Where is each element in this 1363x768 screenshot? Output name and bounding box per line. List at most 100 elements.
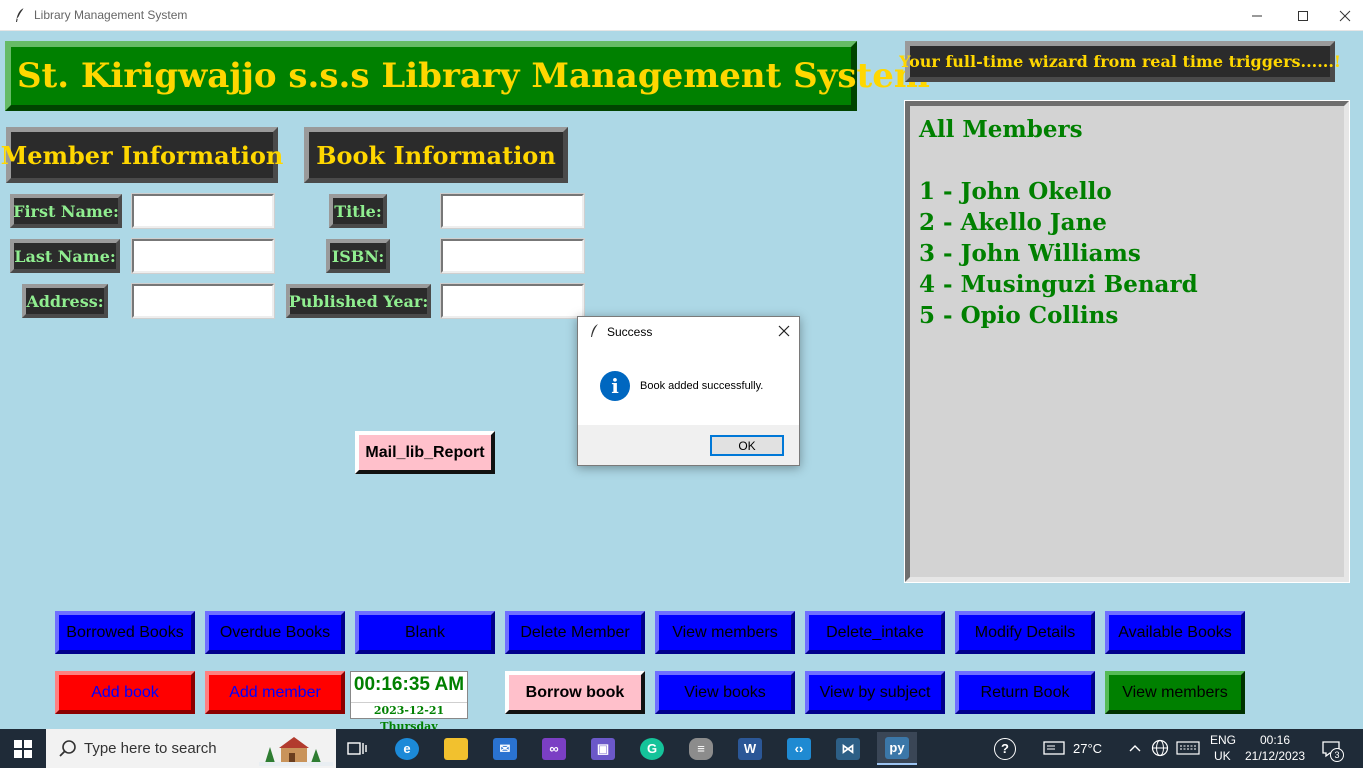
language-top[interactable]: ENG (1210, 733, 1236, 747)
visual-studio-app[interactable]: ∞ (534, 732, 574, 765)
first-name-label: First Name: (10, 194, 122, 228)
windows-icon (14, 739, 32, 758)
list-item: 5 - Opio Collins (919, 302, 1119, 329)
maximize-icon (1298, 10, 1308, 21)
info-icon: i (600, 371, 630, 401)
success-dialog: Success i Book added successfully. OK (577, 316, 800, 466)
ok-button[interactable]: OK (710, 435, 784, 456)
return-book-button[interactable]: Return Book (955, 671, 1095, 714)
task-view-button[interactable] (337, 732, 377, 765)
list-item: 4 - Musinguzi Benard (919, 271, 1198, 298)
view-members-button[interactable]: View members (655, 611, 795, 654)
add-book-button[interactable]: Add book (55, 671, 195, 714)
members-heading: All Members (919, 116, 1083, 143)
clock-time: 00:16:35 AM (353, 674, 465, 695)
language-bottom[interactable]: UK (1214, 749, 1231, 763)
taskbar-time[interactable]: 00:16 (1260, 733, 1290, 747)
python-app[interactable]: py (877, 732, 917, 765)
clock-display: 00:16:35 AM 2023-12-21 Thursday (350, 671, 468, 733)
isbn-field[interactable] (440, 238, 585, 274)
view-members-button-2[interactable]: View members (1105, 671, 1245, 714)
clock-date: 2023-12-21 Thursday (351, 702, 467, 733)
word-app[interactable]: W (730, 732, 770, 765)
temperature: 27°C (1073, 741, 1103, 756)
overdue-books-button[interactable]: Overdue Books (205, 611, 345, 654)
database-icon: ≡ (689, 737, 713, 760)
feather-icon (591, 324, 598, 337)
page-title: St. Kirigwajjo s.s.s Library Management … (5, 41, 930, 111)
help-icon: ? (994, 737, 1016, 760)
last-name-label: Last Name: (10, 239, 120, 273)
globe-icon[interactable] (1151, 739, 1169, 757)
mysql-workbench-icon: ⋈ (836, 737, 860, 760)
published-year-field[interactable] (440, 283, 585, 319)
available-books-button[interactable]: Available Books (1105, 611, 1245, 654)
borrow-book-button[interactable]: Borrow book (505, 671, 645, 714)
visual-studio-icon: ∞ (542, 737, 566, 760)
village-scene-icon (259, 737, 333, 766)
search-placeholder: Type here to search (84, 740, 217, 757)
delete-member-button[interactable]: Delete Member (505, 611, 645, 654)
tagline: Your full-time wizard from real time tri… (899, 41, 1341, 82)
title-field[interactable] (440, 193, 585, 229)
address-field[interactable] (131, 283, 275, 319)
weather-icon (1043, 741, 1065, 755)
feather-icon (16, 7, 25, 22)
mail-app[interactable]: ✉ (485, 732, 525, 765)
member-information-heading: Member Information (1, 127, 283, 183)
search-icon (59, 740, 76, 757)
vscode-icon: ‹› (787, 737, 811, 760)
edge-icon: e (395, 737, 419, 760)
window-title-bar: Library Management System (0, 0, 1363, 31)
python-icon: py (885, 736, 909, 759)
close-icon[interactable] (775, 322, 793, 340)
title-label: Title: (329, 194, 387, 228)
blank-button[interactable]: Blank (355, 611, 495, 654)
mysql-workbench-app[interactable]: ⋈ (828, 732, 868, 765)
keyboard-icon[interactable] (1176, 741, 1200, 755)
taskbar-date[interactable]: 21/12/2023 (1245, 749, 1305, 763)
view-books-button[interactable]: View books (655, 671, 795, 714)
task-view-icon (347, 741, 367, 755)
list-item: 3 - John Williams (919, 240, 1141, 267)
taskbar: Type here to search e ✉ ∞ ▣ G ≡ W ‹› ⋈ p… (0, 729, 1363, 768)
close-icon (1339, 10, 1351, 21)
taskbar-search[interactable]: Type here to search (46, 729, 336, 768)
mail-lib-report-button[interactable]: Mail_lib_Report (355, 431, 495, 474)
chevron-up-icon[interactable] (1128, 742, 1142, 754)
vscode-app[interactable]: ‹› (779, 732, 819, 765)
borrowed-books-button[interactable]: Borrowed Books (55, 611, 195, 654)
database-app[interactable]: ≡ (681, 732, 721, 765)
list-item: 2 - Akello Jane (919, 209, 1107, 236)
published-year-label: Published Year: (286, 284, 431, 318)
word-icon: W (738, 737, 762, 760)
add-member-button[interactable]: Add member (205, 671, 345, 714)
minimize-button[interactable] (1232, 0, 1282, 31)
view-by-subject-button[interactable]: View by subject (805, 671, 945, 714)
mail-icon: ✉ (493, 737, 517, 760)
minimize-icon (1252, 15, 1262, 16)
start-button[interactable] (0, 729, 46, 768)
last-name-field[interactable] (131, 238, 275, 274)
dialog-message: Book added successfully. (640, 380, 764, 392)
grammarly-icon: G (640, 737, 664, 760)
power-apps-app[interactable]: ▣ (583, 732, 623, 765)
edge-app[interactable]: e (387, 732, 427, 765)
isbn-label: ISBN: (326, 239, 390, 273)
power-apps-icon: ▣ (591, 737, 615, 760)
grammarly-app[interactable]: G (632, 732, 672, 765)
modify-details-button[interactable]: Modify Details (955, 611, 1095, 654)
first-name-field[interactable] (131, 193, 275, 229)
delete-intake-button[interactable]: Delete_intake (805, 611, 945, 654)
members-list-panel: All Members 1 - John Okello 2 - Akello J… (904, 100, 1350, 583)
dialog-title: Success (607, 325, 653, 339)
notification-badge: 3 (1330, 748, 1344, 762)
file-explorer-app[interactable] (436, 732, 476, 765)
window-title: Library Management System (34, 8, 188, 22)
close-button[interactable] (1320, 0, 1363, 31)
list-item: 1 - John Okello (919, 178, 1112, 205)
file-explorer-icon (444, 737, 468, 760)
address-label: Address: (22, 284, 108, 318)
book-information-heading: Book Information (304, 127, 568, 183)
help-button[interactable]: ? (985, 732, 1025, 765)
